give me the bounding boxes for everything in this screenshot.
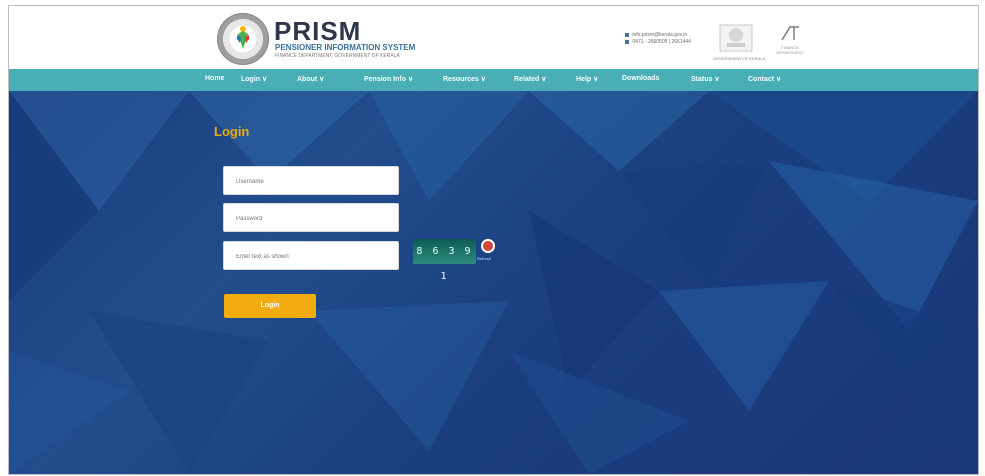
kerala-emblem-icon [719,24,753,52]
nav-login[interactable]: Login ∨ [241,75,267,83]
refresh-icon[interactable] [481,239,495,253]
dept-logo-text: FINANCE DEPARTMENT [776,45,804,55]
nav-contact[interactable]: Contact ∨ [748,75,781,83]
username-input[interactable] [224,167,412,196]
polygon-background [9,91,978,474]
refresh-label[interactable]: Refresh [477,256,491,261]
contact-info: info.prism@kerala.gov.in 0471 - 2660505 … [625,32,691,46]
phone-icon [625,39,629,44]
contact-email-row[interactable]: info.prism@kerala.gov.in [625,32,691,39]
nav-status[interactable]: Status ∨ [691,75,719,83]
username-field[interactable] [223,166,412,196]
captcha-input[interactable] [224,242,412,271]
emblem-label: GOVERNMENT OF KERALA [713,56,766,61]
nav-home[interactable]: Home [205,75,224,82]
password-input[interactable] [224,204,412,233]
email-icon [625,32,629,37]
finance-dept-logo: FINANCE DEPARTMENT [772,24,808,55]
nav-about[interactable]: About ∨ [297,75,324,83]
brand-subsubtitle: FINANCE DEPARTMENT, GOVERNMENT OF KERALA [275,53,400,59]
login-title: Login [214,124,250,139]
nav-related[interactable]: Related ∨ [514,75,546,83]
contact-phone: 0471 - 2660505 | 2661444 [632,39,691,45]
nav-pension-info[interactable]: Pension Info ∨ [364,75,413,83]
captcha-image: 8 6 3 9 1 [413,239,476,282]
nav-help[interactable]: Help ∨ [576,75,598,83]
site-header: PRISM PENSIONER INFORMATION SYSTEM FINAN… [9,6,978,68]
nav-downloads[interactable]: Downloads [622,75,659,82]
main-navbar: Home Login ∨ About ∨ Pension Info ∨ Reso… [9,69,978,91]
password-field[interactable] [223,203,412,233]
login-hero: Login 8 6 3 9 1 Refresh Login [9,91,978,474]
logo-figure-icon [237,26,249,49]
contact-email: info.prism@kerala.gov.in [632,32,688,38]
dept-logo-icon [781,26,799,41]
nav-resources[interactable]: Resources ∨ [443,75,486,83]
captcha-field[interactable] [223,241,412,271]
login-button[interactable]: Login [224,294,316,318]
brand-subtitle: PENSIONER INFORMATION SYSTEM [275,43,416,52]
prism-logo[interactable] [217,13,269,65]
browser-frame: PRISM PENSIONER INFORMATION SYSTEM FINAN… [8,5,979,475]
contact-phone-row: 0471 - 2660505 | 2661444 [625,39,691,46]
